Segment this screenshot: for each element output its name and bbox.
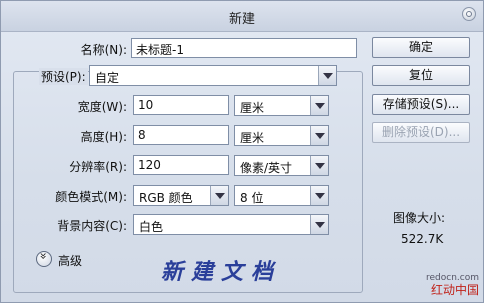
name-input[interactable]: 未标题-1: [131, 38, 357, 58]
brand-name: 红动中国: [430, 283, 479, 297]
reset-button[interactable]: 复位: [372, 65, 470, 86]
height-unit-value: 厘米: [240, 131, 265, 145]
color-mode-select[interactable]: RGB 颜色: [133, 185, 229, 206]
name-label: 名称(N):: [80, 43, 127, 57]
save-preset-button[interactable]: 存储预设(S)...: [372, 94, 470, 115]
image-size-label: 图像大小:: [393, 211, 446, 225]
resolution-unit-value: 像素/英寸: [240, 161, 293, 175]
chevron-down-icon[interactable]: [310, 186, 328, 205]
bit-depth-value: 8 位: [240, 191, 264, 205]
bit-depth-select[interactable]: 8 位: [234, 185, 329, 206]
height-input[interactable]: 8: [133, 125, 229, 145]
height-label: 高度(H):: [80, 130, 127, 144]
chevron-down-icon[interactable]: [310, 215, 328, 234]
watermark-text: 新建文档: [161, 259, 282, 285]
resolution-unit-select[interactable]: 像素/英寸: [234, 155, 329, 176]
preset-select[interactable]: 自定: [89, 65, 337, 86]
chevron-down-icon[interactable]: [318, 66, 336, 85]
ok-button[interactable]: 确定: [372, 37, 470, 58]
width-unit-select[interactable]: 厘米: [234, 95, 329, 116]
color-mode-value: RGB 颜色: [139, 191, 193, 205]
chevron-down-icon[interactable]: [210, 186, 228, 205]
title-bar: 新建: [1, 1, 483, 32]
background-value: 白色: [139, 220, 164, 234]
new-document-dialog: 新建 名称(N): 未标题-1 预设(P): 自定 宽度(W): 10 厘米 高…: [0, 0, 484, 303]
advanced-label: 高级: [58, 254, 83, 268]
width-unit-value: 厘米: [240, 101, 265, 115]
preset-label: 预设(P):: [39, 68, 88, 85]
background-select[interactable]: 白色: [133, 214, 329, 235]
background-label: 背景内容(C):: [57, 219, 127, 233]
brand-logo: redocn.com 红动中国: [421, 272, 479, 298]
height-unit-select[interactable]: 厘米: [234, 125, 329, 146]
delete-preset-button[interactable]: 删除预设(D)...: [372, 122, 470, 143]
expand-advanced-icon[interactable]: [36, 251, 52, 267]
dialog-title: 新建: [228, 12, 255, 27]
resolution-label: 分辨率(R):: [69, 160, 127, 174]
width-label: 宽度(W):: [77, 100, 127, 114]
chevron-down-icon[interactable]: [310, 96, 328, 115]
resolution-input[interactable]: 120: [133, 155, 229, 175]
color-mode-label: 颜色模式(M):: [55, 190, 127, 204]
chevron-down-icon[interactable]: [310, 126, 328, 145]
image-size-value: 522.7K: [401, 232, 444, 246]
close-icon[interactable]: [462, 7, 476, 21]
chevron-down-icon[interactable]: [310, 156, 328, 175]
width-input[interactable]: 10: [133, 95, 229, 115]
preset-value: 自定: [95, 71, 120, 85]
